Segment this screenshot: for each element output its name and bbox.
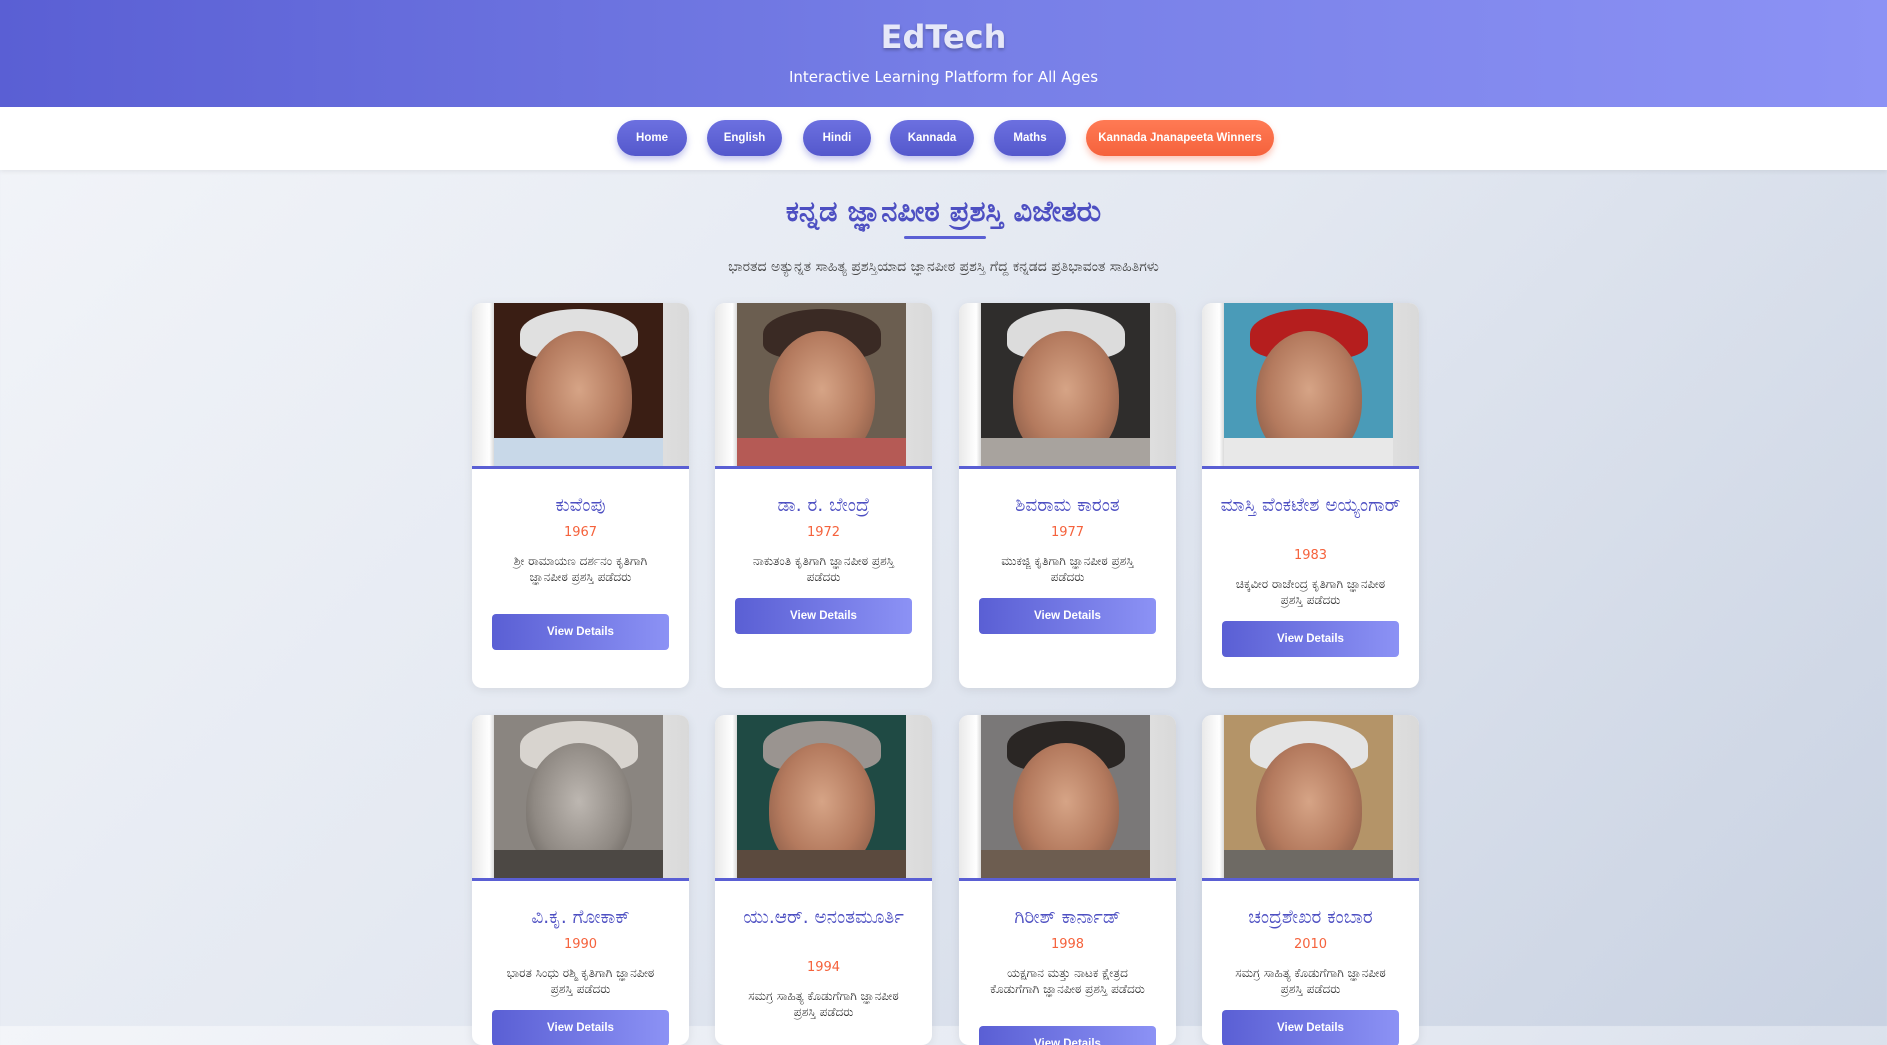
- winner-name: ಮಾಸ್ತಿ ವೆಂಕಟೇಶ ಅಯ್ಯಂಗಾರ್: [1220, 495, 1401, 516]
- winner-photo: [1202, 715, 1419, 881]
- view-details-button[interactable]: View Details: [979, 1026, 1156, 1045]
- page-subtitle: ಭಾರತದ ಅತ್ಯುನ್ನತ ಸಾಹಿತ್ಯ ಪ್ರಶಸ್ತಿಯಾದ ಜ್ಞಾ…: [728, 259, 1159, 275]
- winner-name: ಗಿರೀಶ್ ಕಾರ್ನಾಡ್: [1014, 907, 1121, 928]
- winner-description: ಸಮಗ್ರ ಸಾಹಿತ್ಯ ಕೊಡುಗೆಗಾಗಿ ಜ್ಞಾನಪೀಠ ಪ್ರಶಸ್…: [1235, 966, 1386, 996]
- winner-description: ನಾಕುತಂತಿ ಕೃತಿಗಾಗಿ ಜ್ಞಾನಪೀಠ ಪ್ರಶಸ್ತಿ ಪಡೆದ…: [752, 554, 895, 584]
- title-underline: [904, 236, 986, 239]
- winner-year: 2010: [1293, 937, 1328, 952]
- winner-card: ಡಾ. ರ. ಬೇಂದ್ರೆ 1972 ನಾಕುತಂತಿ ಕೃತಿಗಾಗಿ ಜ್…: [715, 303, 932, 688]
- winner-year: 1977: [1050, 525, 1085, 540]
- site-header: EdTech Interactive Learning Platform for…: [0, 0, 1887, 107]
- winner-card: ಚಂದ್ರಶೇಖರ ಕಂಬಾರ 2010 ಸಮಗ್ರ ಸಾಹಿತ್ಯ ಕೊಡುಗ…: [1202, 715, 1419, 1045]
- view-details-button[interactable]: View Details: [492, 614, 669, 650]
- winner-photo: [715, 303, 932, 469]
- winner-photo: [959, 303, 1176, 469]
- winner-card: ಮಾಸ್ತಿ ವೆಂಕಟೇಶ ಅಯ್ಯಂಗಾರ್ 1983 ಚಿಕ್ಕವೀರ ರ…: [1202, 303, 1419, 688]
- site-title: EdTech: [880, 18, 1007, 56]
- winner-name: ಡಾ. ರ. ಬೇಂದ್ರೆ: [777, 495, 870, 516]
- page-title: ಕನ್ನಡ ಜ್ಞಾನಪೀಠ ಪ್ರಶಸ್ತಿ ವಿಜೇತರು: [785, 194, 1102, 228]
- winner-description: ಚಿಕ್ಕವೀರ ರಾಜೇಂದ್ರ ಕೃತಿಗಾಗಿ ಜ್ಞಾನಪೀಠ ಪ್ರಶ…: [1235, 577, 1386, 607]
- winner-year: 1983: [1293, 548, 1328, 563]
- main-nav: Home English Hindi Kannada Maths Kannada…: [0, 107, 1887, 170]
- site-subtitle: Interactive Learning Platform for All Ag…: [788, 68, 1099, 86]
- winner-name: ಯು.ಆರ್. ಅನಂತಮೂರ್ತಿ: [743, 907, 904, 928]
- winner-year: 1990: [563, 937, 598, 952]
- winner-card: ವಿ.ಕೃ. ಗೋಕಾಕ್ 1990 ಭಾರತ ಸಿಂಧು ರಶ್ಮಿ ಕೃತಿ…: [472, 715, 689, 1045]
- winner-photo: [715, 715, 932, 881]
- winner-photo: [959, 715, 1176, 881]
- view-details-button[interactable]: View Details: [979, 598, 1156, 634]
- nav-home-button[interactable]: Home: [617, 120, 687, 156]
- winner-year: 1994: [806, 960, 841, 975]
- winner-description: ಮುಕಜ್ಜಿ ಕೃತಿಗಾಗಿ ಜ್ಞಾನಪೀಠ ಪ್ರಶಸ್ತಿ ಪಡೆದರ…: [1001, 554, 1134, 584]
- winner-photo: [472, 303, 689, 469]
- nav-maths-button[interactable]: Maths: [994, 120, 1066, 156]
- view-details-button[interactable]: View Details: [735, 598, 912, 634]
- winner-description: ಶ್ರೀ ರಾಮಾಯಣ ದರ್ಶನಂ ಕೃತಿಗಾಗಿ ಜ್ಞಾನಪೀಠ ಪ್ರ…: [513, 554, 648, 584]
- winner-year: 1972: [806, 525, 841, 540]
- nav-hindi-button[interactable]: Hindi: [803, 120, 871, 156]
- winner-card: ಗಿರೀಶ್ ಕಾರ್ನಾಡ್ 1998 ಯಕ್ಷಗಾನ ಮತ್ತು ನಾಟಕ …: [959, 715, 1176, 1045]
- winner-description: ಯಕ್ಷಗಾನ ಮತ್ತು ನಾಟಕ ಕ್ಷೇತ್ರದ ಕೊಡುಗೆಗಾಗಿ ಜ…: [990, 966, 1145, 996]
- winner-photo: [472, 715, 689, 881]
- winner-description: ಭಾರತ ಸಿಂಧು ರಶ್ಮಿ ಕೃತಿಗಾಗಿ ಜ್ಞಾನಪೀಠ ಪ್ರಶಸ…: [506, 966, 655, 996]
- nav-english-button[interactable]: English: [707, 120, 782, 156]
- winner-card: ಕುವೆಂಪು 1967 ಶ್ರೀ ರಾಮಾಯಣ ದರ್ಶನಂ ಕೃತಿಗಾಗಿ…: [472, 303, 689, 688]
- view-details-button[interactable]: View Details: [1222, 1010, 1399, 1045]
- view-details-button[interactable]: View Details: [1222, 621, 1399, 657]
- nav-jnanapeeta-winners-button[interactable]: Kannada Jnanapeeta Winners: [1086, 120, 1274, 156]
- winner-year: 1967: [563, 525, 598, 540]
- view-details-button[interactable]: View Details: [492, 1010, 669, 1045]
- nav-kannada-button[interactable]: Kannada: [890, 120, 974, 156]
- winner-card: ಶಿವರಾಮ ಕಾರಂತ 1977 ಮುಕಜ್ಜಿ ಕೃತಿಗಾಗಿ ಜ್ಞಾನ…: [959, 303, 1176, 688]
- winner-name: ಶಿವರಾಮ ಕಾರಂತ: [1015, 495, 1120, 516]
- winner-description: ಸಮಗ್ರ ಸಾಹಿತ್ಯ ಕೊಡುಗೆಗಾಗಿ ಜ್ಞಾನಪೀಠ ಪ್ರಶಸ್…: [748, 989, 899, 1019]
- winner-card: ಯು.ಆರ್. ಅನಂತಮೂರ್ತಿ 1994 ಸಮಗ್ರ ಸಾಹಿತ್ಯ ಕೊ…: [715, 715, 932, 1045]
- winner-photo: [1202, 303, 1419, 469]
- winner-name: ಚಂದ್ರಶೇಖರ ಕಂಬಾರ: [1248, 907, 1373, 928]
- winner-name: ಕುವೆಂಪು: [555, 495, 606, 516]
- winner-year: 1998: [1050, 937, 1085, 952]
- winner-name: ವಿ.ಕೃ. ಗೋಕಾಕ್: [531, 907, 630, 928]
